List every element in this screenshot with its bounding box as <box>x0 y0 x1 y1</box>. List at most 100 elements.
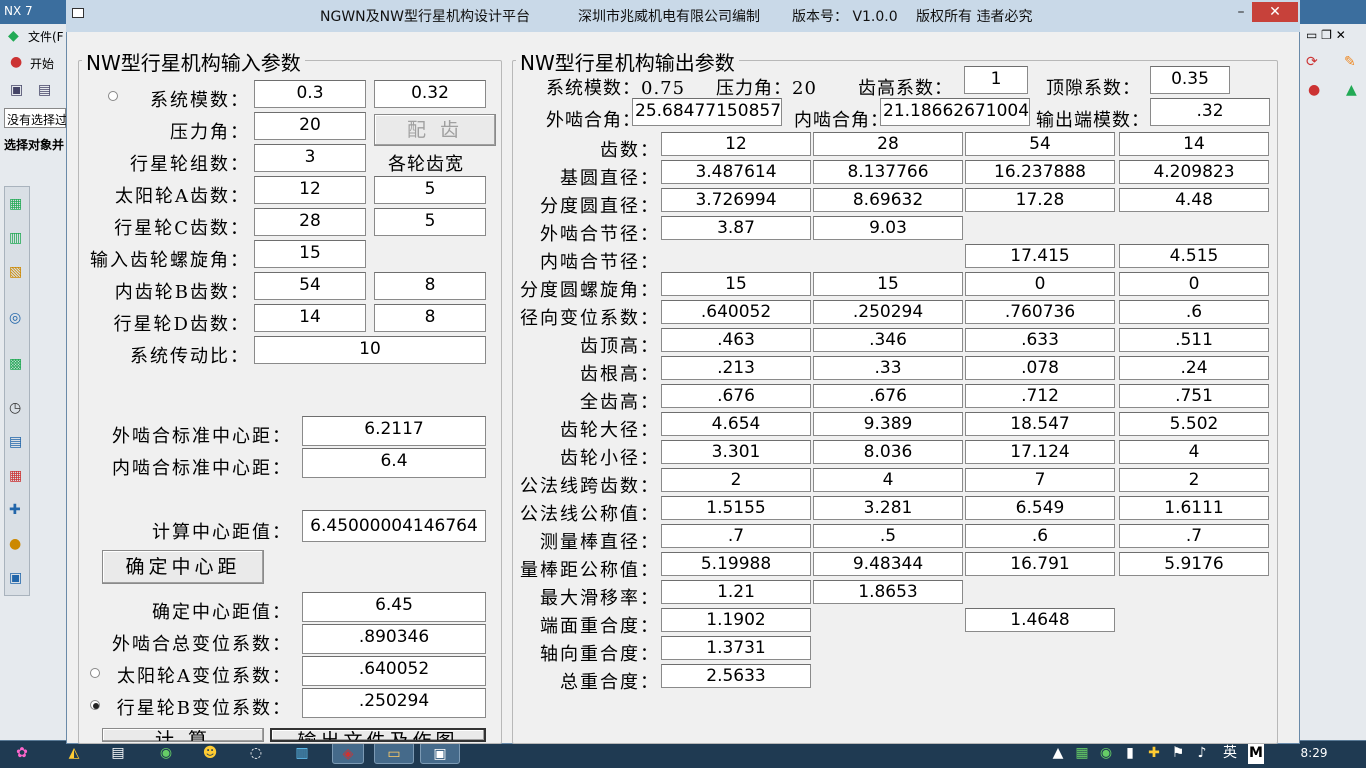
nx-inner-window-buttons[interactable]: ▭ ❐ ✕ <box>1306 28 1346 42</box>
tray-icon[interactable]: ✚ <box>1144 742 1164 764</box>
calc-center-output[interactable]: 6.45000004146764 <box>302 510 486 542</box>
module-input[interactable]: 0.3 <box>254 80 366 108</box>
nx-right-tool-icon[interactable]: ⟳ <box>1306 54 1318 70</box>
output-module-input[interactable]: .32 <box>1150 98 1270 126</box>
output-cell[interactable]: 0 <box>965 272 1115 296</box>
tray-icon[interactable]: ◉ <box>1096 742 1116 764</box>
output-cell[interactable]: 14 <box>1119 132 1269 156</box>
planet-c-input[interactable]: 28 <box>254 208 366 236</box>
ext-mesh-angle-output[interactable]: 25.684771508578 <box>632 98 782 126</box>
ratio-output[interactable]: 10 <box>254 336 486 364</box>
output-cell[interactable]: 8.036 <box>813 440 963 464</box>
int-mesh-angle-output[interactable]: 21.186626710047 <box>880 98 1030 126</box>
output-cell[interactable]: 8.137766 <box>813 160 963 184</box>
taskbar-app-icon[interactable]: ◌ <box>246 742 266 764</box>
nx-right-tool-icon[interactable]: ▲ <box>1346 82 1357 98</box>
planet-c-width-input[interactable]: 5 <box>374 208 486 236</box>
output-cell[interactable]: 9.48344 <box>813 552 963 576</box>
output-cell[interactable]: 4.48 <box>1119 188 1269 212</box>
taskbar-nx-icon[interactable]: ◈ <box>332 742 364 764</box>
output-cell[interactable]: .463 <box>661 328 811 352</box>
ime-mode-icon[interactable]: M <box>1248 742 1264 764</box>
output-cell[interactable]: .6 <box>965 524 1115 548</box>
nx-tool-icon[interactable]: ✚ <box>9 502 21 518</box>
output-cell[interactable]: .33 <box>813 356 963 380</box>
output-cell[interactable]: 17.124 <box>965 440 1115 464</box>
output-cell[interactable]: 18.547 <box>965 412 1115 436</box>
output-cell[interactable]: .511 <box>1119 328 1269 352</box>
output-cell[interactable]: 12 <box>661 132 811 156</box>
output-cell[interactable]: 3.487614 <box>661 160 811 184</box>
output-cell[interactable]: 3.726994 <box>661 188 811 212</box>
output-cell[interactable]: 1.21 <box>661 580 811 604</box>
nx-tool-icon[interactable]: ▧ <box>9 264 22 280</box>
match-teeth-button[interactable]: 配 齿 <box>374 114 496 146</box>
confirmed-center-input[interactable]: 6.45 <box>302 592 486 622</box>
output-cell[interactable]: 4.209823 <box>1119 160 1269 184</box>
output-cell[interactable]: 16.237888 <box>965 160 1115 184</box>
output-cell[interactable]: 5.19988 <box>661 552 811 576</box>
output-cell[interactable]: 4 <box>813 468 963 492</box>
sun-a-input[interactable]: 12 <box>254 176 366 204</box>
output-cell[interactable]: .24 <box>1119 356 1269 380</box>
output-cell[interactable]: 54 <box>965 132 1115 156</box>
output-cell[interactable]: .676 <box>661 384 811 408</box>
output-cell[interactable]: 1.6111 <box>1119 496 1269 520</box>
output-cell[interactable]: .7 <box>1119 524 1269 548</box>
output-cell[interactable]: 16.791 <box>965 552 1115 576</box>
output-cell[interactable]: 1.5155 <box>661 496 811 520</box>
planet-d-width-input[interactable]: 8 <box>374 304 486 332</box>
nx-tool-icon[interactable]: ● <box>9 536 21 552</box>
output-cell[interactable]: .633 <box>965 328 1115 352</box>
output-cell[interactable]: 2 <box>661 468 811 492</box>
output-cell[interactable]: 3.301 <box>661 440 811 464</box>
taskbar-app-icon[interactable]: ☻ <box>200 742 220 764</box>
tray-icon[interactable]: ▦ <box>1072 742 1092 764</box>
tray-volume-icon[interactable]: ♪ <box>1192 742 1212 764</box>
sun-a-shift-input[interactable]: .640052 <box>302 656 486 686</box>
nx-tool-icon[interactable]: ▥ <box>9 230 22 246</box>
tray-flag-icon[interactable]: ⚑ <box>1168 742 1188 764</box>
pressure-input[interactable]: 20 <box>254 112 366 140</box>
output-cell[interactable]: .250294 <box>813 300 963 324</box>
taskbar-app-icon[interactable]: ◭ <box>64 742 84 764</box>
close-button[interactable]: ✕ <box>1252 2 1298 22</box>
output-cell[interactable]: 9.03 <box>813 216 963 240</box>
addendum-coef-input[interactable]: 1 <box>964 66 1028 94</box>
output-cell[interactable]: 3.87 <box>661 216 811 240</box>
nx-tool-icon[interactable]: ▦ <box>9 468 22 484</box>
output-cell[interactable]: .640052 <box>661 300 811 324</box>
planet-b-shift-input[interactable]: .250294 <box>302 688 486 718</box>
nx-tool-icon[interactable]: ▤ <box>9 434 22 450</box>
output-cell[interactable]: .6 <box>1119 300 1269 324</box>
helix-input[interactable]: 15 <box>254 240 366 268</box>
output-cell[interactable]: .676 <box>813 384 963 408</box>
start-icon[interactable]: ✿ <box>12 742 32 764</box>
output-cell[interactable]: .346 <box>813 328 963 352</box>
clearance-coef-input[interactable]: 0.35 <box>1150 66 1230 94</box>
int-center-output[interactable]: 6.4 <box>302 448 486 478</box>
calculate-button[interactable]: 计 算 <box>102 728 264 742</box>
output-cell[interactable]: .7 <box>661 524 811 548</box>
output-cell[interactable]: .712 <box>965 384 1115 408</box>
output-cell[interactable]: 4 <box>1119 440 1269 464</box>
ext-center-output[interactable]: 6.2117 <box>302 416 486 446</box>
ring-b-input[interactable]: 54 <box>254 272 366 300</box>
ring-b-width-input[interactable]: 8 <box>374 272 486 300</box>
taskbar-app-icon[interactable]: ◉ <box>156 742 176 764</box>
taskbar-folder-icon[interactable]: ▭ <box>374 742 414 764</box>
nx-tool-icon[interactable]: ▣ <box>9 570 22 586</box>
planet-sets-input[interactable]: 3 <box>254 144 366 172</box>
nx-toolbar-icon-2[interactable]: ▤ <box>38 82 51 98</box>
ext-total-shift-output[interactable]: .890346 <box>302 624 486 654</box>
output-cell[interactable]: 7 <box>965 468 1115 492</box>
sun-a-width-input[interactable]: 5 <box>374 176 486 204</box>
taskbar-app-icon[interactable]: ▤ <box>108 742 128 764</box>
output-cell[interactable]: .213 <box>661 356 811 380</box>
output-cell[interactable]: .760736 <box>965 300 1115 324</box>
tray-network-icon[interactable]: ▮ <box>1120 742 1140 764</box>
nx-tool-icon[interactable]: ◎ <box>9 310 21 326</box>
clock[interactable]: 8:29 <box>1294 742 1334 764</box>
output-cell[interactable]: 17.28 <box>965 188 1115 212</box>
output-cell[interactable]: 15 <box>813 272 963 296</box>
